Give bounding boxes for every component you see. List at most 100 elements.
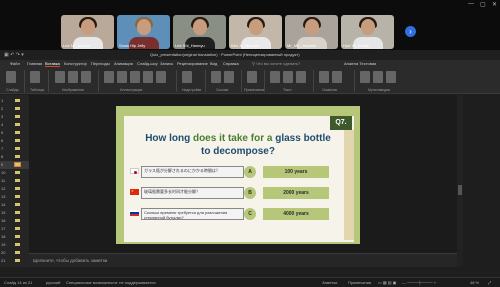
- scrollbar-thumb[interactable]: [458, 185, 462, 195]
- slide-number: 16: [1, 218, 6, 223]
- close-icon[interactable]: ✕: [492, 1, 497, 8]
- answer-option[interactable]: 100 years: [263, 166, 329, 178]
- vertical-scrollbar[interactable]: [457, 95, 463, 267]
- tab-design[interactable]: Конструктор: [64, 61, 87, 66]
- zoom-level[interactable]: 48 %: [470, 280, 479, 285]
- participant-tile[interactable]: Hya Yu_Kindle: [341, 15, 394, 49]
- smartart-button[interactable]: [143, 71, 153, 83]
- slide-thumbnail[interactable]: 8: [0, 153, 29, 161]
- language-indicator[interactable]: русский: [46, 280, 60, 285]
- slide-thumbnail[interactable]: 15: [0, 209, 29, 217]
- photo-album-button[interactable]: [81, 71, 91, 83]
- slide-thumbnail[interactable]: 18: [0, 233, 29, 241]
- video-button[interactable]: [360, 71, 370, 83]
- quick-access-icons[interactable]: ▣ ↶ ↷ ▾: [4, 52, 24, 58]
- answer-option[interactable]: 4000 years: [263, 208, 329, 220]
- slide-thumbnail[interactable]: 7: [0, 145, 29, 153]
- account-name[interactable]: Анжела Тестовая: [344, 61, 376, 66]
- slide-thumbnail[interactable]: 6: [0, 137, 29, 145]
- option-letter: B: [244, 187, 256, 199]
- audio-button[interactable]: [373, 71, 383, 83]
- current-slide[interactable]: Q7. How long does it take for a glass bo…: [116, 106, 360, 244]
- symbol-button[interactable]: [332, 71, 342, 83]
- participant-name: Hya Yu_Kindle: [343, 43, 370, 48]
- slide-number: 11: [1, 178, 6, 183]
- slide-thumbnail[interactable]: 1: [0, 97, 29, 105]
- slide-preview: [15, 211, 20, 214]
- slide-thumbnail[interactable]: 10: [0, 169, 29, 177]
- china-flag-icon: ★: [130, 189, 139, 195]
- table-button[interactable]: [30, 71, 40, 83]
- slide-thumbnail[interactable]: 3: [0, 113, 29, 121]
- notes-toggle[interactable]: Заметки: [322, 280, 337, 285]
- group-label: Надстройки: [182, 88, 202, 92]
- fit-to-window-icon[interactable]: ⤢: [488, 280, 491, 285]
- question-text-ru[interactable]: Сколько времени требуется для разложения…: [141, 208, 244, 220]
- wordart-button[interactable]: [296, 71, 306, 83]
- participant-tile[interactable]: Lee Mr_Marian: [61, 15, 114, 49]
- notes-placeholder: Щелкните, чтобы добавить заметки: [33, 258, 108, 263]
- status-bar: Слайд 14 из 21 русский Специальные возмо…: [0, 277, 500, 287]
- zoom-slider[interactable]: — ────┼──── +: [402, 280, 436, 285]
- tab-transitions[interactable]: Переходы: [91, 61, 110, 66]
- slide-thumbnail[interactable]: 12: [0, 185, 29, 193]
- tab-help[interactable]: Справка: [223, 61, 239, 66]
- pictures-button[interactable]: [55, 71, 65, 83]
- screen-recording-button[interactable]: [386, 71, 396, 83]
- new-slide-button[interactable]: [6, 71, 16, 83]
- question-text-ja[interactable]: ガラス瓶が分解されるのにかかる時間は？: [141, 166, 244, 178]
- tab-insert[interactable]: Вставка: [45, 61, 60, 67]
- answer-row-b: ★ 玻璃瓶需要多长时间才能分解？ B 2000 years: [130, 185, 355, 201]
- tab-slideshow[interactable]: Слайд-шоу: [137, 61, 158, 66]
- question-title[interactable]: How long does it take for a glass bottle…: [138, 132, 338, 158]
- accessibility-status[interactable]: Специальные возможности: не поддерживает…: [66, 280, 156, 285]
- models-button[interactable]: [130, 71, 140, 83]
- slide-thumbnail[interactable]: 21: [0, 257, 29, 265]
- slide-thumbnail[interactable]: 17: [0, 225, 29, 233]
- tab-view[interactable]: Вид: [210, 61, 217, 66]
- comment-button[interactable]: [247, 71, 257, 83]
- notes-pane[interactable]: Щелкните, чтобы добавить заметки: [29, 253, 457, 267]
- participant-name: Lee Shi_Hannyu: [175, 43, 205, 48]
- slide-thumbnail[interactable]: 16: [0, 217, 29, 225]
- minimize-icon[interactable]: —: [468, 1, 474, 7]
- textbox-button[interactable]: [270, 71, 280, 83]
- slide-thumbnail[interactable]: 4: [0, 121, 29, 129]
- title-line2: to decompose?: [201, 146, 275, 157]
- tab-animations[interactable]: Анимация: [114, 61, 133, 66]
- tab-record[interactable]: Запись: [160, 61, 173, 66]
- equation-button[interactable]: [319, 71, 329, 83]
- question-text-zh[interactable]: 玻璃瓶需要多长时间才能分解？: [141, 187, 244, 199]
- tell-me-search[interactable]: ⚲ Что вы хотите сделать?: [252, 61, 300, 66]
- maximize-icon[interactable]: ▢: [480, 1, 486, 8]
- participant-tile[interactable]: Snow Hip Jelly: [117, 15, 170, 49]
- link-button[interactable]: [211, 71, 221, 83]
- slide-thumbnail[interactable]: 11: [0, 177, 29, 185]
- slide-thumbnail[interactable]: 13: [0, 193, 29, 201]
- icons-button[interactable]: [117, 71, 127, 83]
- comments-toggle[interactable]: Примечания: [348, 280, 371, 285]
- chart-button[interactable]: [156, 71, 166, 83]
- slide-thumbnail[interactable]: 5: [0, 129, 29, 137]
- slide-thumbnail[interactable]: 19: [0, 241, 29, 249]
- slide-thumbnail[interactable]: 14: [0, 201, 29, 209]
- slide-thumbnail[interactable]: 20: [0, 249, 29, 257]
- slide-thumbnail[interactable]: 9: [0, 161, 29, 169]
- chevron-right-icon[interactable]: ›: [405, 26, 416, 37]
- shapes-button[interactable]: [104, 71, 114, 83]
- addins-button[interactable]: [182, 71, 192, 83]
- participant-tile[interactable]: Mr_Mir_Jahyalla: [285, 15, 338, 49]
- slide-number: 1: [1, 98, 4, 103]
- tab-review[interactable]: Рецензирование: [177, 61, 208, 66]
- answer-option[interactable]: 2000 years: [263, 187, 329, 199]
- slide-thumbnail[interactable]: 2: [0, 105, 29, 113]
- slide-preview: [14, 162, 21, 167]
- header-footer-button[interactable]: [283, 71, 293, 83]
- view-buttons[interactable]: ▭ ▦ ▤ ▣: [378, 280, 396, 285]
- screenshot-button[interactable]: [68, 71, 78, 83]
- participant-tile[interactable]: Lee Shi_Hannyu: [173, 15, 226, 49]
- tab-file[interactable]: Файл: [10, 61, 20, 66]
- participant-tile[interactable]: Kim Jo_Bernitm: [229, 15, 282, 49]
- tab-home[interactable]: Главная: [27, 61, 42, 66]
- action-button[interactable]: [224, 71, 234, 83]
